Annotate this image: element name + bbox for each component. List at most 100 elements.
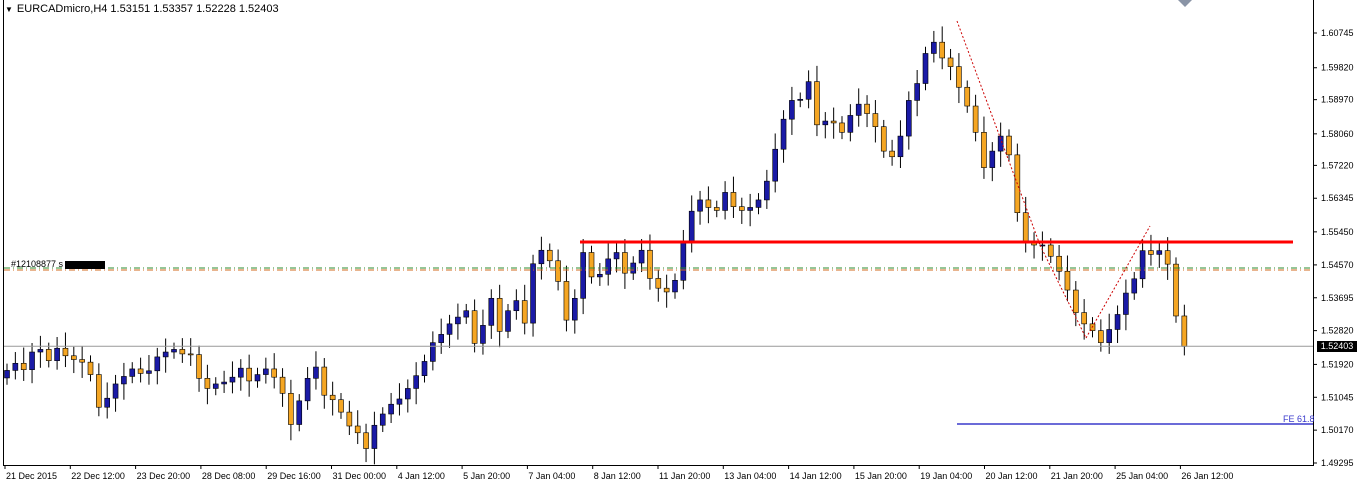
bear-candle xyxy=(889,150,895,158)
bull-candle xyxy=(755,199,762,208)
bull-candle xyxy=(922,53,929,84)
bear-candle xyxy=(814,81,820,126)
triangle-down-icon[interactable]: ▼ xyxy=(5,5,13,14)
bear-candle xyxy=(321,366,328,396)
chart-window[interactable]: 1.60745 1.59820 1.58970 1.58060 1.57220 1.563… xyxy=(0,0,1358,489)
y-tick-label: 1.51045 xyxy=(1321,392,1354,402)
bear-candle xyxy=(738,206,745,211)
bear-candle xyxy=(329,394,336,401)
bull-candle xyxy=(313,366,319,379)
bull-candle xyxy=(446,323,453,335)
bull-candle xyxy=(29,351,35,370)
bear-candle xyxy=(713,207,720,211)
y-tick-label: 1.58060 xyxy=(1321,129,1354,139)
bear-candle xyxy=(288,393,294,425)
bull-candle xyxy=(263,368,269,375)
symbol-header: ▼ EURCADmicro,H4 1.53151 1.53357 1.52228 … xyxy=(5,3,279,15)
bull-candle xyxy=(822,120,829,126)
bear-candle xyxy=(655,278,662,289)
bull-candle xyxy=(1139,250,1146,280)
bear-candle xyxy=(354,425,361,434)
bull-candle xyxy=(121,376,127,385)
bull-candle xyxy=(697,199,703,212)
y-tick-label: 1.59820 xyxy=(1321,63,1354,73)
bear-candle xyxy=(346,411,353,427)
bull-candle xyxy=(513,300,520,312)
bear-candle xyxy=(20,362,27,370)
bear-candle xyxy=(79,359,85,363)
redaction-box xyxy=(65,260,106,269)
bull-candle xyxy=(914,83,920,101)
x-tick-label: 19 Jan 04:00 xyxy=(920,471,972,481)
bear-candle xyxy=(864,103,870,114)
bull-candle xyxy=(797,98,804,101)
bear-candle xyxy=(563,281,570,321)
x-tick-label: 4 Jan 12:00 xyxy=(398,471,445,481)
order-line-label: #12108877 s xyxy=(11,259,106,269)
bull-candle xyxy=(396,398,403,405)
bull-candle xyxy=(488,298,495,326)
bear-candle xyxy=(62,347,69,357)
y-tick-label: 1.53695 xyxy=(1321,293,1354,303)
y-tick-label: 1.49295 xyxy=(1321,458,1354,468)
bear-candle xyxy=(939,41,946,59)
bull-candle xyxy=(112,383,119,399)
bull-candle xyxy=(580,252,586,299)
bear-candle xyxy=(246,367,252,382)
x-tick-label: 21 Jan 20:00 xyxy=(1051,471,1103,481)
bull-candle xyxy=(154,356,161,372)
bear-candle xyxy=(45,349,52,361)
bear-candle xyxy=(137,368,144,374)
bear-candle xyxy=(705,199,712,208)
y-tick-label: 1.60745 xyxy=(1321,28,1354,38)
bull-candle xyxy=(379,413,386,426)
bull-candle xyxy=(772,148,779,182)
bull-candle xyxy=(638,249,645,264)
bull-candle xyxy=(805,81,812,100)
scroll-marker-icon[interactable] xyxy=(1178,0,1192,7)
bear-candle xyxy=(1081,312,1087,325)
bear-candle xyxy=(947,57,954,67)
bear-candle xyxy=(1056,255,1062,272)
current-price-badge: 1.52403 xyxy=(1317,341,1357,352)
bear-candle xyxy=(872,113,879,127)
bear-candle xyxy=(647,249,653,279)
symbol-info: EURCADmicro,H4 1.53151 1.53357 1.52228 1… xyxy=(16,3,279,15)
bear-candle xyxy=(981,132,987,168)
bear-candle xyxy=(880,126,887,152)
bull-candle xyxy=(780,118,787,150)
x-tick-label: 8 Jan 12:00 xyxy=(594,471,641,481)
bear-candle xyxy=(1064,270,1071,291)
x-tick-label: 31 Dec 00:00 xyxy=(333,471,387,481)
bull-candle xyxy=(254,374,261,382)
bull-candle xyxy=(989,150,996,168)
bear-candle xyxy=(956,66,962,88)
order-ticket-text: #12108877 s xyxy=(11,259,64,269)
x-tick-label: 26 Jan 12:00 xyxy=(1181,471,1233,481)
x-tick-label: 29 Dec 16:00 xyxy=(267,471,321,481)
bear-candle xyxy=(830,120,837,124)
y-tick-label: 1.50170 xyxy=(1321,425,1354,435)
bull-candle xyxy=(897,135,904,158)
x-tick-label: 25 Jan 04:00 xyxy=(1116,471,1168,481)
bull-candle xyxy=(212,383,219,389)
bear-candle xyxy=(471,310,478,344)
bull-candle xyxy=(764,180,770,201)
bull-candle xyxy=(1131,278,1138,294)
bear-candle xyxy=(1022,212,1029,242)
x-tick-label: 20 Jan 12:00 xyxy=(986,471,1038,481)
bear-candle xyxy=(87,361,94,375)
x-tick-label: 21 Dec 2015 xyxy=(6,471,57,481)
bear-candle xyxy=(1098,330,1104,343)
bull-candle xyxy=(455,316,461,325)
bull-candle xyxy=(104,397,110,408)
bull-candle xyxy=(1156,250,1163,255)
bull-candle xyxy=(54,347,60,361)
bull-candle xyxy=(37,349,44,353)
bear-candle xyxy=(196,354,202,379)
bull-candle xyxy=(672,279,678,293)
bear-candle xyxy=(555,260,561,282)
bull-candle xyxy=(597,273,603,278)
bull-candle xyxy=(1114,314,1121,330)
price-chart[interactable]: 1.60745 1.59820 1.58970 1.58060 1.57220 1.563… xyxy=(0,0,1358,489)
